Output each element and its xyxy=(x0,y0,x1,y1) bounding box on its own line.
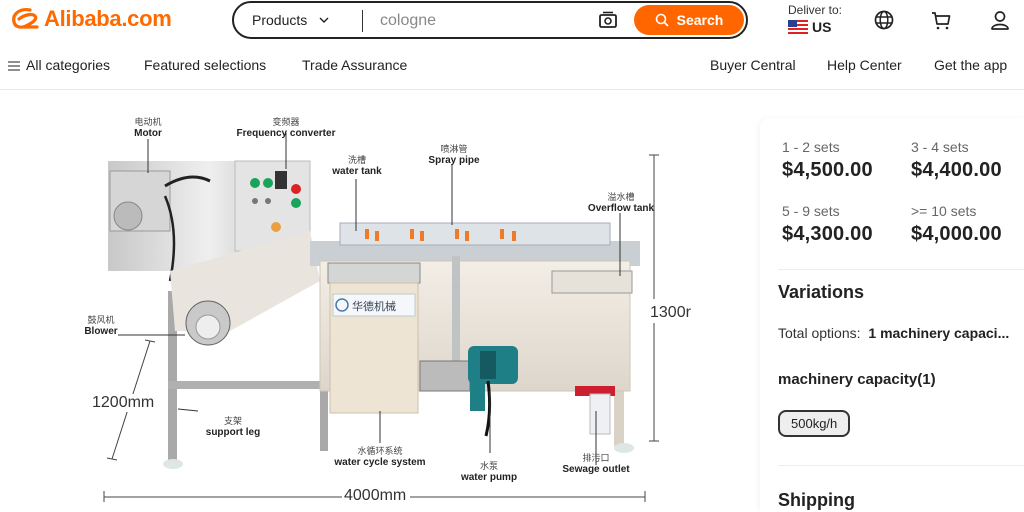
tier-quantity: 5 - 9 sets xyxy=(782,203,840,219)
variations-title: Variations xyxy=(778,282,865,302)
dimension-height-right: 1300r xyxy=(650,304,691,322)
label-spray-pipe: 喷淋管 Spray pipe xyxy=(428,144,480,166)
image-search-icon[interactable] xyxy=(598,11,618,29)
deliver-to-label: Deliver to: xyxy=(788,3,843,17)
capacity-option-500kg-h[interactable]: 500kg/h xyxy=(778,410,851,437)
dimension-length: 4000mm xyxy=(344,487,407,504)
search-category-label: Products xyxy=(252,12,308,28)
label-sewage-outlet: 排污口 Sewage outlet xyxy=(562,453,630,475)
nav-get-the-app[interactable]: Get the app xyxy=(934,57,1007,73)
label-motor: 电动机 Motor xyxy=(134,117,162,139)
logo-text: Alibaba.com xyxy=(44,6,172,31)
tier-price: $4,500.00 xyxy=(782,159,873,181)
nav-featured-selections[interactable]: Featured selections xyxy=(144,57,266,73)
nav-buyer-central[interactable]: Buyer Central xyxy=(710,57,796,73)
total-options[interactable]: Total options: 1 machinery capaci... xyxy=(778,325,1009,341)
search-icon xyxy=(655,13,669,27)
alibaba-logo-icon xyxy=(12,8,39,29)
capacity-title: machinery capacity(1) xyxy=(778,371,936,388)
purchase-panel: 1 - 2 sets $4,500.00 3 - 4 sets $4,400.0… xyxy=(760,118,1024,512)
deliver-country: US xyxy=(788,19,842,35)
search-input[interactable] xyxy=(380,9,580,33)
dimension-height-left: 1200mm xyxy=(92,394,155,412)
nav-trade-assurance[interactable]: Trade Assurance xyxy=(302,57,407,73)
tier-price: $4,000.00 xyxy=(911,223,1002,245)
header: Alibaba.com Products Search Deliver to: xyxy=(0,0,1024,42)
price-tier: 5 - 9 sets $4,300.00 xyxy=(782,203,873,246)
total-options-value: 1 machinery capaci... xyxy=(868,325,1010,341)
menu-icon xyxy=(8,61,20,71)
search-category-dropdown[interactable]: Products xyxy=(252,12,329,28)
search-button-label: Search xyxy=(676,12,724,28)
brand-plate-text: 华德机械 xyxy=(352,299,396,313)
shipping-title: Shipping xyxy=(778,490,855,510)
cart-icon[interactable] xyxy=(930,9,952,31)
nav-all-categories[interactable]: All categories xyxy=(8,57,110,73)
search-divider xyxy=(362,10,363,32)
alibaba-logo[interactable]: Alibaba.com xyxy=(10,6,172,32)
label-water-pump: 水泵 water pump xyxy=(460,461,518,483)
category-nav: All categories Featured selections Trade… xyxy=(0,44,1024,90)
section-divider xyxy=(778,269,1024,270)
deliver-to-selector[interactable]: Deliver to: US xyxy=(788,3,842,35)
label-water-tank: 洗槽 water tank xyxy=(332,155,382,177)
tier-quantity: 3 - 4 sets xyxy=(911,139,969,155)
total-options-label: Total options: xyxy=(778,325,861,341)
price-tier: >= 10 sets $4,000.00 xyxy=(911,203,1002,246)
deliver-country-code: US xyxy=(812,19,832,35)
search-button[interactable]: Search xyxy=(634,5,744,35)
tier-quantity: >= 10 sets xyxy=(911,203,977,219)
price-tier: 1 - 2 sets $4,500.00 xyxy=(782,139,873,182)
label-water-cycle-system: 水循环系统 water cycle system xyxy=(334,446,426,468)
tier-price: $4,400.00 xyxy=(911,159,1002,181)
nav-help-center[interactable]: Help Center xyxy=(827,57,902,73)
product-image[interactable]: 华德机械 电动机 Motor 变频器 Frequency converter 洗… xyxy=(0,91,752,512)
search-bar: Products Search xyxy=(232,1,748,39)
globe-icon[interactable] xyxy=(873,9,895,31)
tier-quantity: 1 - 2 sets xyxy=(782,139,840,155)
label-overflow-tank: 溢水槽 Overflow tank xyxy=(587,192,655,214)
user-icon[interactable] xyxy=(989,9,1011,31)
nav-label: All categories xyxy=(26,57,111,73)
chevron-down-icon xyxy=(319,17,329,23)
label-frequency-converter: 变频器 Frequency converter xyxy=(236,117,336,139)
us-flag-icon xyxy=(788,20,808,34)
section-divider xyxy=(778,465,1024,466)
price-tier: 3 - 4 sets $4,400.00 xyxy=(911,139,1002,182)
label-blower: 鼓风机 Blower xyxy=(84,315,118,337)
label-support-leg: 支架 support leg xyxy=(205,416,261,438)
tier-price: $4,300.00 xyxy=(782,223,873,245)
